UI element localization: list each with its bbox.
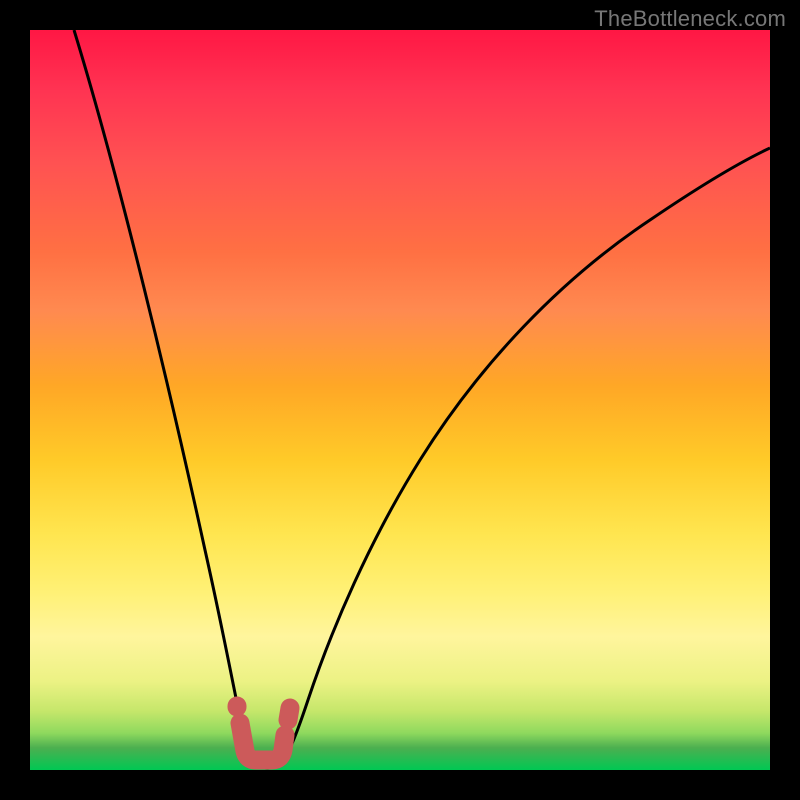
chart-container: TheBottleneck.com — [0, 0, 800, 800]
plot-area — [30, 30, 770, 770]
bottleneck-curve — [74, 30, 770, 768]
watermark-text: TheBottleneck.com — [594, 6, 786, 32]
curve-svg — [30, 30, 770, 770]
marker-right-dot — [288, 708, 290, 720]
marker-u-shape — [240, 723, 285, 760]
